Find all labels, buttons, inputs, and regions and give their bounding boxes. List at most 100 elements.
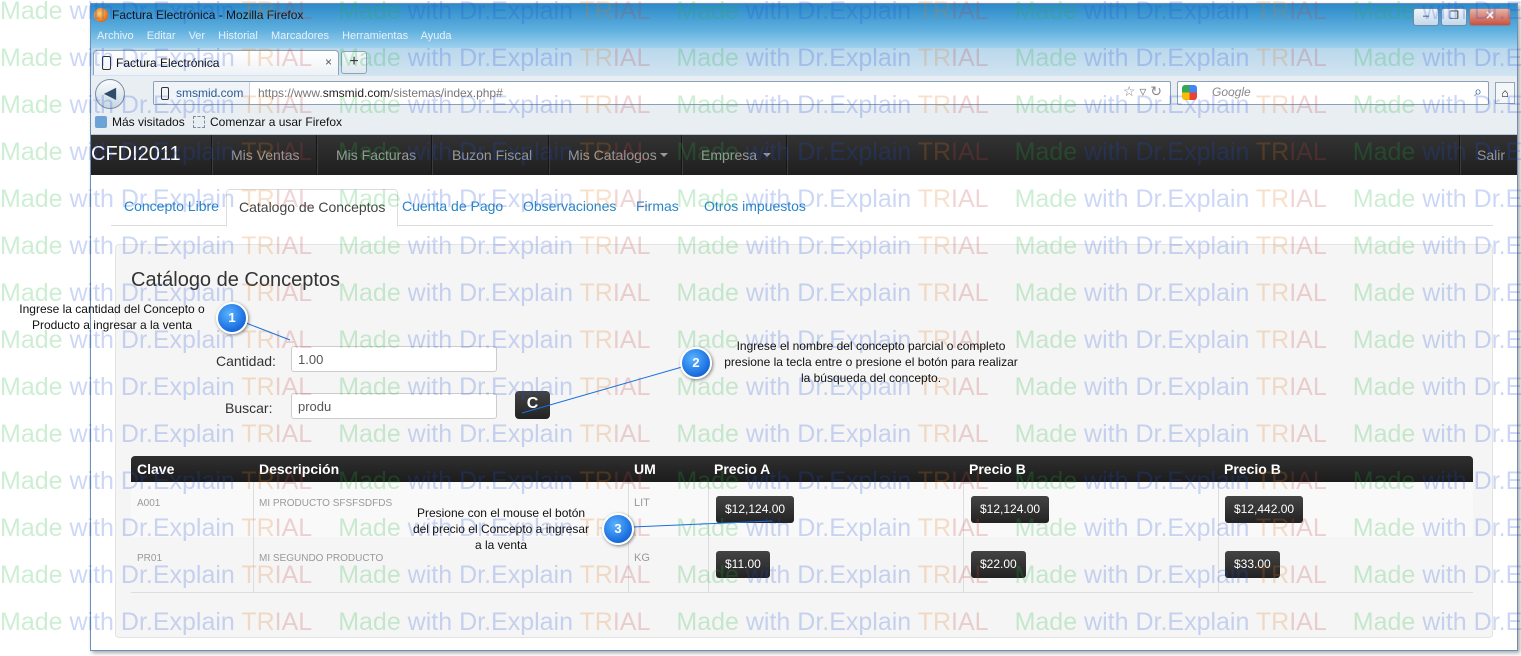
cell-clave: A001 (137, 498, 161, 509)
nav-mis-catalogos-label: Mis Catalogos (568, 147, 657, 163)
menu-editar[interactable]: Editar (147, 30, 176, 42)
tab-observaciones[interactable]: Observaciones (511, 189, 628, 224)
close-window-button[interactable]: ✕ (1469, 8, 1511, 26)
nav-empresa-label: Empresa (701, 147, 758, 163)
column-divider (708, 482, 709, 592)
maximize-button[interactable]: ❐ (1441, 8, 1467, 26)
header-clave: Clave (137, 461, 175, 477)
tab-otros-impuestos[interactable]: Otros impuestos (692, 189, 818, 224)
nav-mis-ventas[interactable]: Mis Ventas (231, 147, 299, 163)
nav-mis-facturas[interactable]: Mis Facturas (336, 147, 416, 163)
menu-archivo[interactable]: Archivo (97, 30, 134, 42)
tab-firmas[interactable]: Firmas (624, 189, 691, 224)
cell-um: KG (634, 552, 650, 564)
menu-marcadores[interactable]: Marcadores (271, 30, 329, 42)
cell-um: LIT (634, 497, 650, 509)
caret-down-icon (763, 153, 772, 157)
header-precio-a: Precio A (714, 461, 771, 477)
cell-descripcion: MI SEGUNDO PRODUCTO (259, 553, 384, 564)
home-icon[interactable]: ⌂ (1495, 82, 1515, 104)
url-text[interactable]: https://www.smsmid.com/sistemas/index.ph… (258, 82, 503, 104)
table-header: Clave Descripción UM Precio A Precio B P… (131, 456, 1473, 482)
address-bar[interactable]: smsmid.com https://www.smsmid.com/sistem… (153, 81, 1171, 105)
menu-herramientas[interactable]: Herramientas (342, 30, 408, 42)
url-bar-icons: ☆ ▿ ↻ (1123, 83, 1162, 100)
history-dropdown-icon[interactable]: ▿ (1139, 83, 1146, 99)
nav-divider (316, 135, 318, 175)
column-divider (963, 482, 964, 592)
reload-icon[interactable]: ↻ (1150, 83, 1162, 99)
cantidad-label: Cantidad: (216, 353, 276, 369)
header-precio-b: Precio B (969, 461, 1026, 477)
price-b-button[interactable]: $22.00 (971, 551, 1026, 578)
refresh-search-button[interactable]: C (515, 391, 550, 419)
site-identity-label: smsmid.com (176, 86, 244, 100)
nav-mis-catalogos[interactable]: Mis Catalogos (568, 147, 668, 163)
menu-historial[interactable]: Historial (218, 30, 258, 42)
title-bar: Factura Electrónica - Mozilla Firefox Ar… (91, 4, 1517, 48)
browser-tab[interactable]: Factura Electrónica × (93, 50, 339, 75)
new-tab-button[interactable]: + (341, 51, 367, 74)
bookmark-label: Más visitados (112, 115, 185, 129)
bookmark-mas-visitados[interactable]: Más visitados (95, 115, 185, 129)
menu-ver[interactable]: Ver (189, 30, 206, 42)
browser-tab-label: Factura Electrónica (116, 56, 220, 70)
header-precio-b-2: Precio B (1224, 461, 1281, 477)
minimize-button[interactable]: ‒ (1413, 8, 1439, 26)
site-identity[interactable]: smsmid.com (154, 82, 251, 104)
firefox-icon (94, 8, 108, 22)
nav-divider (431, 135, 433, 175)
menu-ayuda[interactable]: Ayuda (421, 30, 452, 42)
buscar-input[interactable] (291, 393, 497, 419)
search-bar[interactable]: Google ⌕ (1177, 81, 1489, 105)
bookmark-page-icon (193, 116, 205, 128)
price-c-button[interactable]: $33.00 (1225, 551, 1280, 578)
brand-logo[interactable]: CFDI2011 (91, 143, 181, 166)
nav-divider (211, 135, 213, 175)
close-tab-icon[interactable]: × (325, 55, 332, 69)
buscar-label: Buscar: (225, 400, 273, 416)
bookmark-star-icon[interactable]: ☆ (1123, 83, 1136, 99)
catalog-title: Catálogo de Conceptos (131, 269, 341, 291)
menu-bar: Archivo Editar Ver Historial Marcadores … (97, 30, 462, 42)
navigation-toolbar: ◀ smsmid.com https://www.smsmid.com/sist… (91, 76, 1517, 110)
tab-strip: Factura Electrónica × + (91, 48, 1517, 76)
url-path: /sistemas/index.php# (390, 86, 503, 100)
cell-clave: PR01 (137, 553, 163, 564)
tab-cuenta-de-pago[interactable]: Cuenta de Pago (390, 189, 515, 224)
nav-divider (786, 135, 788, 175)
tab-concepto-libre[interactable]: Concepto Libre (112, 189, 231, 224)
nav-divider (681, 135, 683, 175)
header-descripcion: Descripción (259, 461, 340, 477)
nav-divider (1459, 135, 1461, 175)
phone-icon (102, 56, 111, 70)
table-row: PR01 MI SEGUNDO PRODUCTO KG $11.00 $22.0… (131, 537, 1473, 593)
price-c-button[interactable]: $12,442.00 (1225, 496, 1304, 523)
nav-buzon-fiscal[interactable]: Buzon Fiscal (452, 147, 532, 163)
google-icon[interactable] (1182, 85, 1197, 100)
bookmark-label: Comenzar a usar Firefox (210, 115, 343, 129)
most-visited-icon (95, 116, 107, 128)
tab-catalogo-de-conceptos[interactable]: Catalogo de Conceptos (226, 189, 399, 227)
refresh-icon: C (526, 395, 539, 412)
nav-empresa[interactable]: Empresa (701, 147, 772, 163)
search-placeholder: Google (1212, 85, 1251, 99)
cell-descripcion: MI PRODUCTO SFSFSDFDS (259, 498, 393, 509)
bookmarks-bar: Más visitados Comenzar a usar Firefox (91, 110, 1517, 135)
price-b-button[interactable]: $12,124.00 (971, 496, 1050, 523)
nav-salir[interactable]: Salir (1477, 147, 1505, 163)
bookmark-comenzar[interactable]: Comenzar a usar Firefox (193, 115, 342, 129)
cantidad-input[interactable] (291, 346, 497, 372)
search-icon[interactable]: ⌕ (1474, 83, 1482, 100)
header-um: UM (634, 461, 656, 477)
price-a-button[interactable]: $12,124.00 (716, 496, 795, 523)
table-row: A001 MI PRODUCTO SFSFSDFDS LIT $12,124.0… (131, 482, 1473, 538)
url-domain: smsmid.com (322, 86, 391, 100)
column-divider (1218, 482, 1219, 592)
back-button[interactable]: ◀ (95, 79, 125, 109)
url-prefix: https://www. (258, 86, 323, 100)
price-a-button[interactable]: $11.00 (716, 551, 770, 578)
window-title: Factura Electrónica - Mozilla Firefox (112, 8, 304, 22)
page-content: CFDI2011 Mis Ventas Mis Facturas Buzon F… (91, 135, 1517, 650)
app-navbar: CFDI2011 Mis Ventas Mis Facturas Buzon F… (91, 135, 1517, 175)
